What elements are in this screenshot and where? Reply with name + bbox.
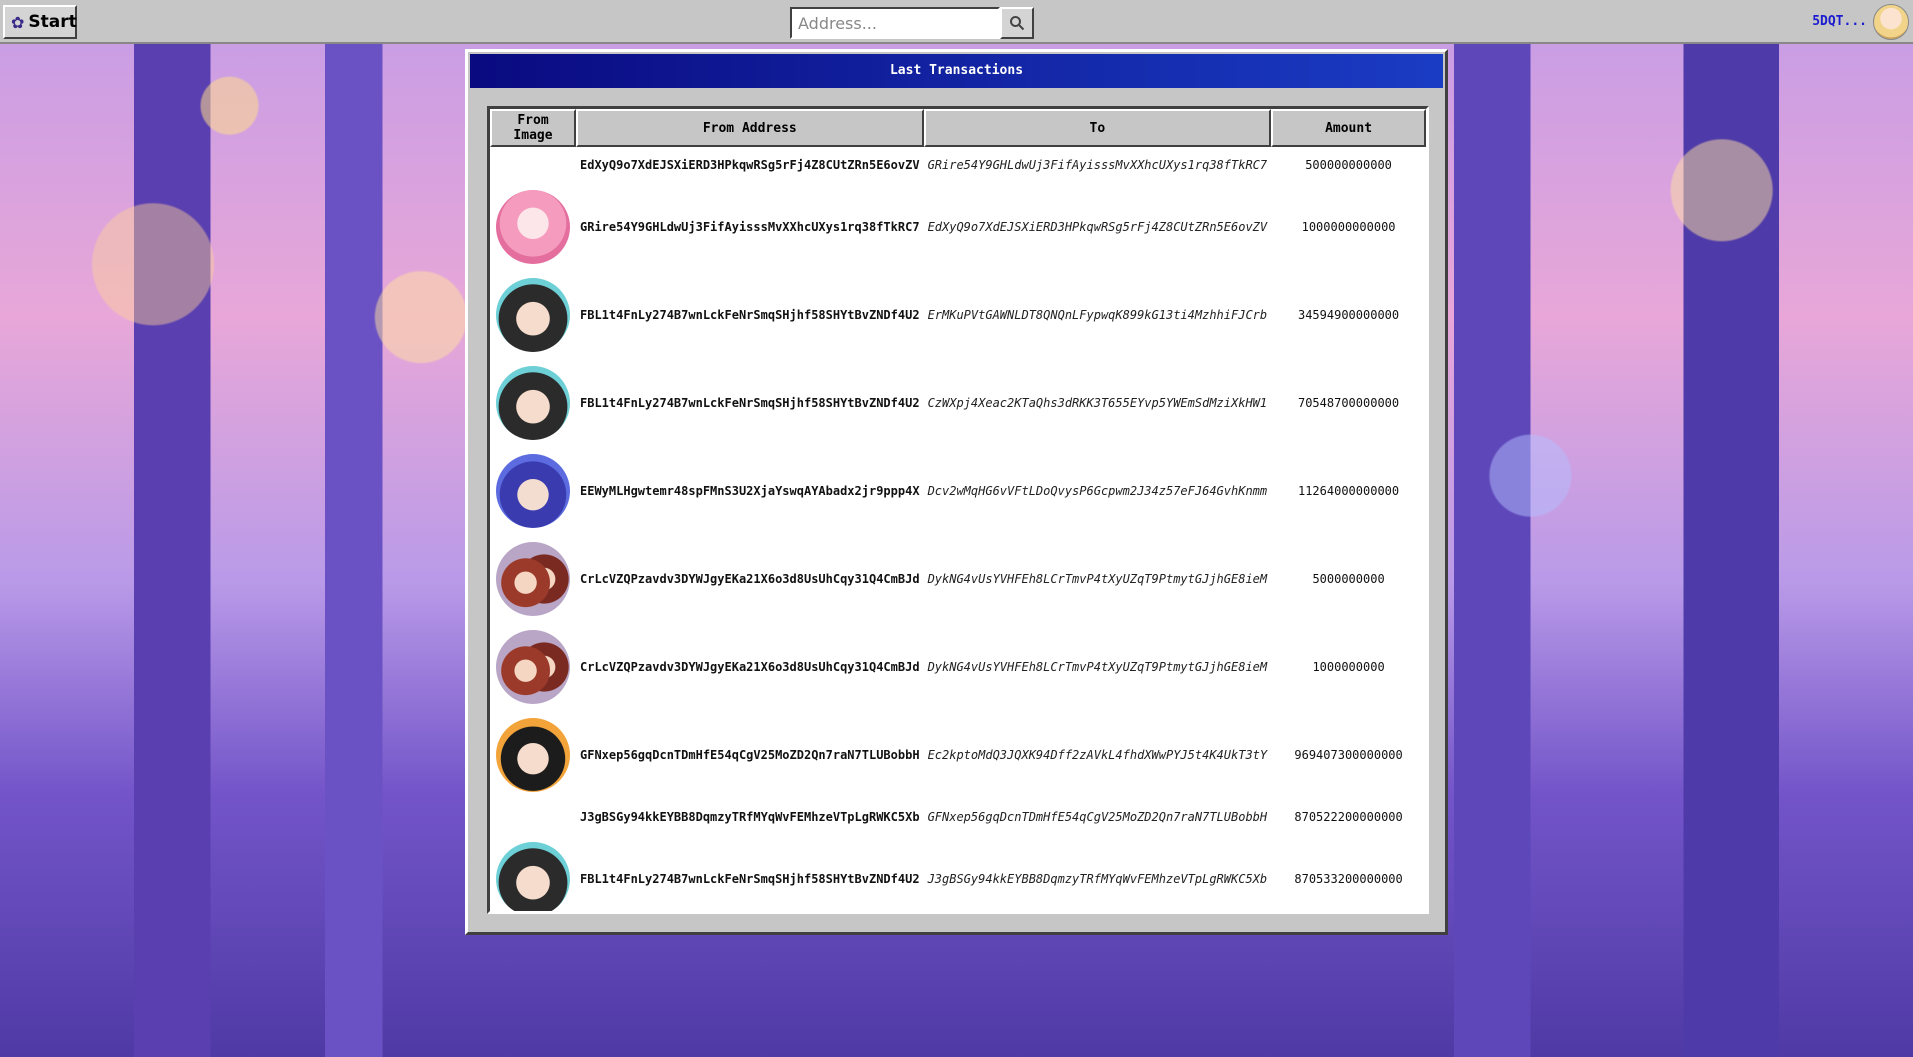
from-address-cell[interactable]: FBL1t4FnLy274B7wnLckFeNrSmqSHjhf58SHYtBv…	[576, 359, 924, 447]
transactions-window: Last Transactions From Image From Addres…	[465, 49, 1448, 935]
from-address-cell[interactable]: GRire54Y9GHLdwUj3FifAyisssMvXXhcUXys1rq3…	[576, 183, 924, 271]
sender-avatar[interactable]	[496, 542, 570, 616]
from-image-cell	[490, 799, 576, 835]
start-button[interactable]: ✿ Start	[3, 5, 77, 39]
from-image-cell	[490, 447, 576, 535]
transactions-table-container[interactable]: From Image From Address To Amount EdXyQ9…	[487, 106, 1429, 914]
to-address-cell[interactable]: Ec2kptoMdQ3JQXK94Dff2zAVkL4fhdXWwPYJ5t4K…	[924, 711, 1272, 799]
from-address-cell[interactable]: J3gBSGy94kkEYBB8DqmzyTRfMYqWvFEMhzeVTpLg…	[576, 799, 924, 835]
to-address-cell[interactable]: Dcv2wMqHG6vVFtLDoQvysP6Gcpwm2J34z57eFJ64…	[924, 447, 1272, 535]
table-body: EdXyQ9o7XdEJSXiERD3HPkqwRSg5rFj4Z8CUtZRn…	[490, 147, 1426, 911]
from-address-cell[interactable]: EEWyMLHgwtemr48spFMnS3U2XjaYswqAYAbadx2j…	[576, 447, 924, 535]
from-image-cell	[490, 535, 576, 623]
from-image-cell	[490, 271, 576, 359]
table-row[interactable]: J3gBSGy94kkEYBB8DqmzyTRfMYqWvFEMhzeVTpLg…	[490, 799, 1426, 835]
amount-cell: 34594900000000	[1297, 308, 1400, 322]
table-row[interactable]: GRire54Y9GHLdwUj3FifAyisssMvXXhcUXys1rq3…	[490, 183, 1426, 271]
header-from-address: From Address	[576, 109, 924, 147]
amount-cell: 1000000000000	[1301, 220, 1396, 234]
sender-avatar[interactable]	[496, 842, 570, 911]
address-search	[790, 7, 1034, 39]
sender-avatar[interactable]	[496, 630, 570, 704]
amount-cell: 5000000000	[1312, 572, 1385, 586]
sender-avatar[interactable]	[496, 718, 570, 792]
header-amount: Amount	[1271, 109, 1426, 147]
from-image-cell	[490, 711, 576, 799]
sender-avatar[interactable]	[496, 366, 570, 440]
header-from-image: From Image	[490, 109, 576, 147]
table-row[interactable]: FBL1t4FnLy274B7wnLckFeNrSmqSHjhf58SHYtBv…	[490, 359, 1426, 447]
from-address-cell[interactable]: FBL1t4FnLy274B7wnLckFeNrSmqSHjhf58SHYtBv…	[576, 835, 924, 911]
to-address-cell[interactable]: ErMKuPVtGAWNLDT8QNQnLFypwqK899kG13ti4Mzh…	[924, 271, 1272, 359]
start-label: Start	[28, 12, 77, 32]
search-button[interactable]	[1000, 7, 1034, 39]
window-title: Last Transactions	[470, 54, 1443, 88]
from-image-cell	[490, 147, 576, 183]
from-address-cell[interactable]: CrLcVZQPzavdv3DYWJgyEKa21X6o3d8UsUhCqy31…	[576, 535, 924, 623]
to-address-cell[interactable]: GRire54Y9GHLdwUj3FifAyisssMvXXhcUXys1rq3…	[924, 147, 1272, 183]
table-row[interactable]: CrLcVZQPzavdv3DYWJgyEKa21X6o3d8UsUhCqy31…	[490, 535, 1426, 623]
amount-cell: 870522200000000	[1294, 810, 1403, 824]
table-row[interactable]: EEWyMLHgwtemr48spFMnS3U2XjaYswqAYAbadx2j…	[490, 447, 1426, 535]
to-address-cell[interactable]: DykNG4vUsYVHFEh8LCrTmvP4tXyUZqT9PtmytGJj…	[924, 535, 1272, 623]
table-row[interactable]: GFNxep56gqDcnTDmHfE54qCgV25MoZD2Qn7raN7T…	[490, 711, 1426, 799]
from-address-cell[interactable]: CrLcVZQPzavdv3DYWJgyEKa21X6o3d8UsUhCqy31…	[576, 623, 924, 711]
table-row[interactable]: FBL1t4FnLy274B7wnLckFeNrSmqSHjhf58SHYtBv…	[490, 835, 1426, 911]
to-address-cell[interactable]: GFNxep56gqDcnTDmHfE54qCgV25MoZD2Qn7raN7T…	[924, 799, 1272, 835]
amount-cell: 500000000000	[1305, 158, 1392, 172]
table-row[interactable]: EdXyQ9o7XdEJSXiERD3HPkqwRSg5rFj4Z8CUtZRn…	[490, 147, 1426, 183]
from-address-cell[interactable]: GFNxep56gqDcnTDmHfE54qCgV25MoZD2Qn7raN7T…	[576, 711, 924, 799]
amount-cell: 870533200000000	[1294, 872, 1403, 886]
sender-avatar[interactable]	[496, 190, 570, 264]
user-avatar[interactable]	[1873, 4, 1909, 40]
start-logo-icon: ✿	[11, 12, 25, 32]
from-image-cell	[490, 183, 576, 271]
header-to: To	[923, 109, 1272, 147]
address-input[interactable]	[790, 7, 1000, 39]
from-image-cell	[490, 623, 576, 711]
sender-avatar[interactable]	[496, 278, 570, 352]
from-image-cell	[490, 835, 576, 911]
amount-cell: 969407300000000	[1294, 748, 1403, 762]
from-address-cell[interactable]: EdXyQ9o7XdEJSXiERD3HPkqwRSg5rFj4Z8CUtZRn…	[576, 147, 924, 183]
to-address-cell[interactable]: EdXyQ9o7XdEJSXiERD3HPkqwRSg5rFj4Z8CUtZRn…	[924, 183, 1272, 271]
amount-cell: 1000000000	[1312, 660, 1385, 674]
table-row[interactable]: CrLcVZQPzavdv3DYWJgyEKa21X6o3d8UsUhCqy31…	[490, 623, 1426, 711]
to-address-cell[interactable]: CzWXpj4Xeac2KTaQhs3dRKK3T655EYvp5YWEmSdM…	[924, 359, 1272, 447]
amount-cell: 11264000000000	[1297, 484, 1400, 498]
to-address-cell[interactable]: DykNG4vUsYVHFEh8LCrTmvP4tXyUZqT9PtmytGJj…	[924, 623, 1272, 711]
table-header-row: From Image From Address To Amount	[490, 109, 1426, 147]
search-icon	[1010, 16, 1025, 31]
amount-cell: 70548700000000	[1297, 396, 1400, 410]
table-row[interactable]: FBL1t4FnLy274B7wnLckFeNrSmqSHjhf58SHYtBv…	[490, 271, 1426, 359]
from-image-cell	[490, 359, 576, 447]
taskbar: ✿ Start 5DQT...	[0, 0, 1913, 44]
from-address-cell[interactable]: FBL1t4FnLy274B7wnLckFeNrSmqSHjhf58SHYtBv…	[576, 271, 924, 359]
transactions-table: From Image From Address To Amount EdXyQ9…	[490, 109, 1426, 911]
sender-avatar[interactable]	[496, 454, 570, 528]
user-address-label[interactable]: 5DQT...	[1812, 14, 1867, 29]
to-address-cell[interactable]: J3gBSGy94kkEYBB8DqmzyTRfMYqWvFEMhzeVTpLg…	[924, 835, 1272, 911]
